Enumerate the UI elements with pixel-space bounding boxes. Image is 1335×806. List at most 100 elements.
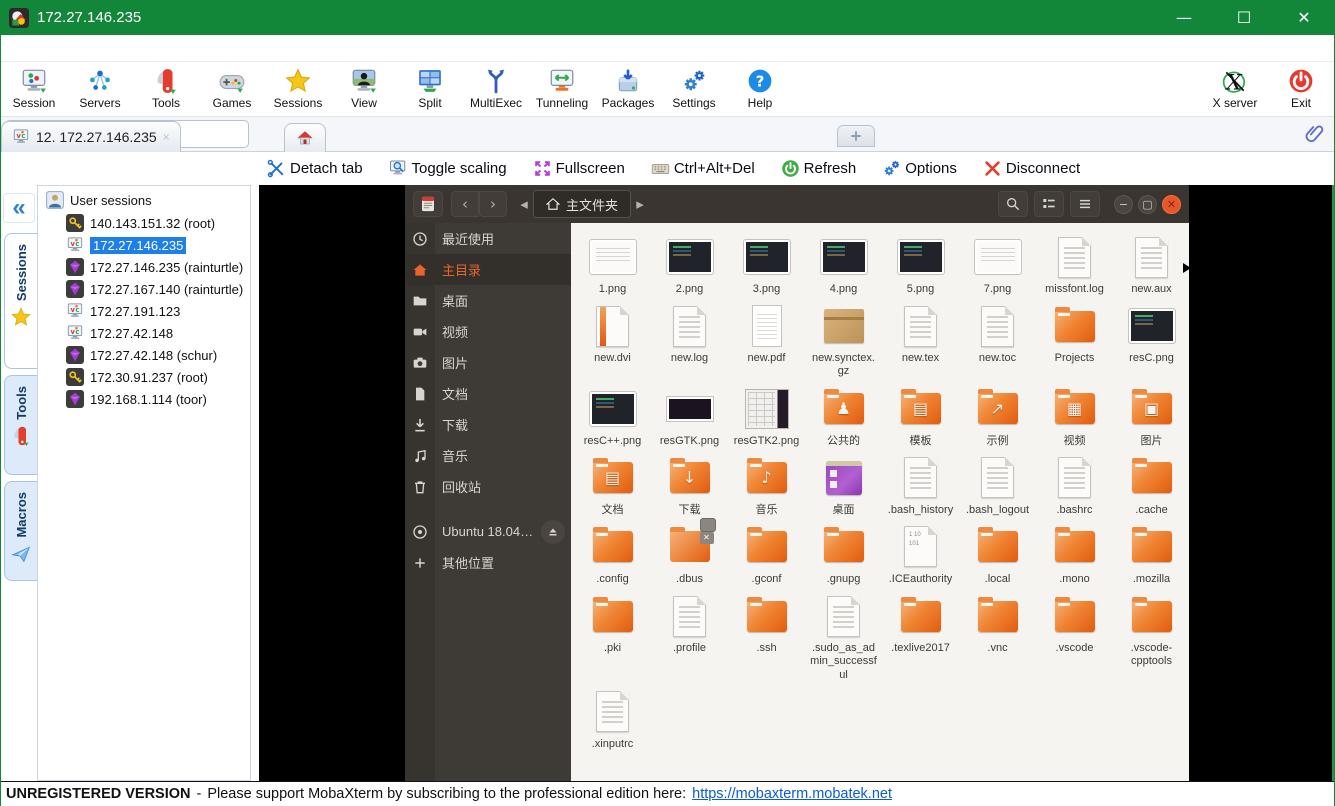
toolbar-button[interactable]: Tunneling bbox=[529, 62, 595, 116]
places-item[interactable]: Ubuntu 18.04… bbox=[405, 516, 571, 547]
file-item[interactable]: new.synctex.gz bbox=[805, 296, 882, 378]
file-item[interactable]: resGTK.png bbox=[651, 379, 728, 448]
toolbar-button[interactable]: Packages bbox=[595, 62, 661, 116]
toolbar-button[interactable]: ? Help bbox=[727, 62, 793, 116]
new-tab-button[interactable] bbox=[837, 125, 875, 147]
file-item[interactable]: .cache bbox=[1113, 448, 1189, 517]
eject-button[interactable] bbox=[541, 519, 565, 544]
forward-button[interactable]: › bbox=[479, 191, 507, 217]
session-tree-item[interactable]: vc 172.27.191.123 bbox=[66, 301, 183, 321]
session-toolbar-button[interactable]: Fullscreen bbox=[533, 159, 625, 178]
close-tab-icon[interactable]: × bbox=[163, 130, 170, 144]
file-item[interactable]: new.pdf bbox=[728, 296, 805, 378]
file-item[interactable]: .pki bbox=[574, 586, 651, 682]
session-tree-root[interactable]: User sessions bbox=[38, 186, 250, 211]
file-item[interactable]: .config bbox=[574, 517, 651, 586]
file-item[interactable]: ▣ 图片 bbox=[1113, 379, 1189, 448]
file-item[interactable]: .bash_logout bbox=[959, 448, 1036, 517]
file-item[interactable]: ▤ 模板 bbox=[882, 379, 959, 448]
file-item[interactable]: ↓ 下载 bbox=[651, 448, 728, 517]
file-item[interactable]: ↗ 示例 bbox=[959, 379, 1036, 448]
places-item[interactable]: 其他位置 bbox=[405, 547, 571, 578]
file-item[interactable]: .ssh bbox=[728, 586, 805, 682]
file-item[interactable]: .gnupg bbox=[805, 517, 882, 586]
places-item[interactable]: 最近使用 bbox=[405, 223, 571, 254]
path-location-button[interactable]: 主文件夹 bbox=[533, 190, 632, 218]
file-item[interactable]: ♪ 音乐 bbox=[728, 448, 805, 517]
session-toolbar-button[interactable]: Disconnect bbox=[983, 159, 1080, 178]
file-item[interactable]: .dbus bbox=[651, 517, 728, 586]
session-tree-item[interactable]: vc 172.27.42.148 bbox=[66, 323, 176, 343]
menu-button[interactable] bbox=[1070, 191, 1100, 217]
remote-desktop[interactable]: ‹ › ◂ 主文件夹 ▸ − ▢ ✕ 最近使用 主目录 桌面 视频 图片 文档 … bbox=[259, 185, 1334, 781]
session-toolbar-button[interactable]: Detach tab bbox=[267, 159, 363, 178]
side-tab-sessions[interactable]: Sessions bbox=[4, 233, 37, 369]
toolbar-button[interactable]: MultiExec bbox=[463, 62, 529, 116]
file-item[interactable]: .sudo_as_admin_successful bbox=[805, 586, 882, 682]
collapse-sidebar-button[interactable]: « bbox=[3, 193, 35, 223]
toolbar-button[interactable]: View bbox=[331, 62, 397, 116]
close-button[interactable]: ✕ bbox=[1274, 0, 1334, 35]
places-item[interactable]: 图片 bbox=[405, 347, 571, 378]
toolbar-button[interactable]: Session bbox=[1, 62, 67, 116]
toolbar-button[interactable]: X X server bbox=[1202, 62, 1268, 116]
view-toggle-button[interactable] bbox=[1034, 191, 1064, 217]
file-item[interactable]: ▤ 文档 bbox=[574, 448, 651, 517]
side-tab-macros[interactable]: Macros bbox=[4, 481, 37, 581]
file-item[interactable]: resC++.png bbox=[574, 379, 651, 448]
file-item[interactable]: new.toc bbox=[959, 296, 1036, 378]
file-item[interactable]: .texlive2017 bbox=[882, 586, 959, 682]
side-tab-tools[interactable]: Tools bbox=[4, 375, 37, 475]
file-item[interactable]: 1.png bbox=[574, 227, 651, 296]
places-item[interactable]: 主目录 bbox=[405, 254, 571, 285]
file-item[interactable]: .ICEauthority bbox=[882, 517, 959, 586]
file-item[interactable]: ♟ 公共的 bbox=[805, 379, 882, 448]
fm-maximize-button[interactable]: ▢ bbox=[1138, 194, 1157, 214]
places-item[interactable]: 回收站 bbox=[405, 471, 571, 502]
toolbar-button[interactable]: Games bbox=[199, 62, 265, 116]
session-toolbar-button[interactable]: Toggle scaling bbox=[389, 159, 507, 178]
toolbar-button[interactable]: Servers bbox=[67, 62, 133, 116]
path-prev-icon[interactable]: ◂ bbox=[515, 191, 533, 217]
toolbar-button[interactable]: Tools bbox=[133, 62, 199, 116]
file-item[interactable]: .bash_history bbox=[882, 448, 959, 517]
file-item[interactable]: .vnc bbox=[959, 586, 1036, 682]
session-tree-item[interactable]: 172.27.167.140 (rainturtle) bbox=[66, 279, 246, 299]
toolbar-button[interactable]: Sessions bbox=[265, 62, 331, 116]
file-item[interactable]: .bashrc bbox=[1036, 448, 1113, 517]
file-item[interactable]: 桌面 bbox=[805, 448, 882, 517]
session-tree-item[interactable]: 172.27.42.148 (schur) bbox=[66, 345, 220, 365]
file-item[interactable]: .xinputrc bbox=[574, 682, 651, 751]
file-item[interactable]: .gconf bbox=[728, 517, 805, 586]
files-app-button[interactable] bbox=[413, 191, 443, 217]
toolbar-button[interactable]: Settings bbox=[661, 62, 727, 116]
file-item[interactable]: new.log bbox=[651, 296, 728, 378]
file-item[interactable]: 4.png bbox=[805, 227, 882, 296]
file-item[interactable]: missfont.log bbox=[1036, 227, 1113, 296]
places-item[interactable]: 文档 bbox=[405, 378, 571, 409]
file-item[interactable]: .vscode bbox=[1036, 586, 1113, 682]
file-item[interactable]: ▦ 视频 bbox=[1036, 379, 1113, 448]
file-item[interactable]: new.tex bbox=[882, 296, 959, 378]
minimize-button[interactable]: — bbox=[1154, 0, 1214, 35]
paperclip-icon[interactable] bbox=[1304, 122, 1326, 146]
fm-minimize-button[interactable]: − bbox=[1114, 194, 1133, 214]
session-tree-item[interactable]: 172.30.91.237 (root) bbox=[66, 367, 211, 387]
places-item[interactable]: 桌面 bbox=[405, 285, 571, 316]
places-item[interactable]: 音乐 bbox=[405, 440, 571, 471]
file-item[interactable]: .mozilla bbox=[1113, 517, 1189, 586]
path-next-icon[interactable]: ▸ bbox=[631, 191, 649, 217]
toolbar-button[interactable]: Split bbox=[397, 62, 463, 116]
places-item[interactable]: 下载 bbox=[405, 409, 571, 440]
file-item[interactable]: .mono bbox=[1036, 517, 1113, 586]
session-toolbar-button[interactable]: Options bbox=[882, 159, 957, 178]
session-toolbar-button[interactable]: Ctrl+Alt+Del bbox=[651, 159, 755, 178]
session-toolbar-button[interactable]: Refresh bbox=[781, 159, 856, 178]
home-tab[interactable] bbox=[284, 123, 326, 152]
file-item[interactable]: new.aux bbox=[1113, 227, 1189, 296]
mobatek-link[interactable]: https://mobaxterm.mobatek.net bbox=[692, 786, 892, 802]
file-item[interactable]: Projects bbox=[1036, 296, 1113, 378]
file-item[interactable]: new.dvi bbox=[574, 296, 651, 378]
file-item[interactable]: 5.png bbox=[882, 227, 959, 296]
file-item[interactable]: 7.png bbox=[959, 227, 1036, 296]
